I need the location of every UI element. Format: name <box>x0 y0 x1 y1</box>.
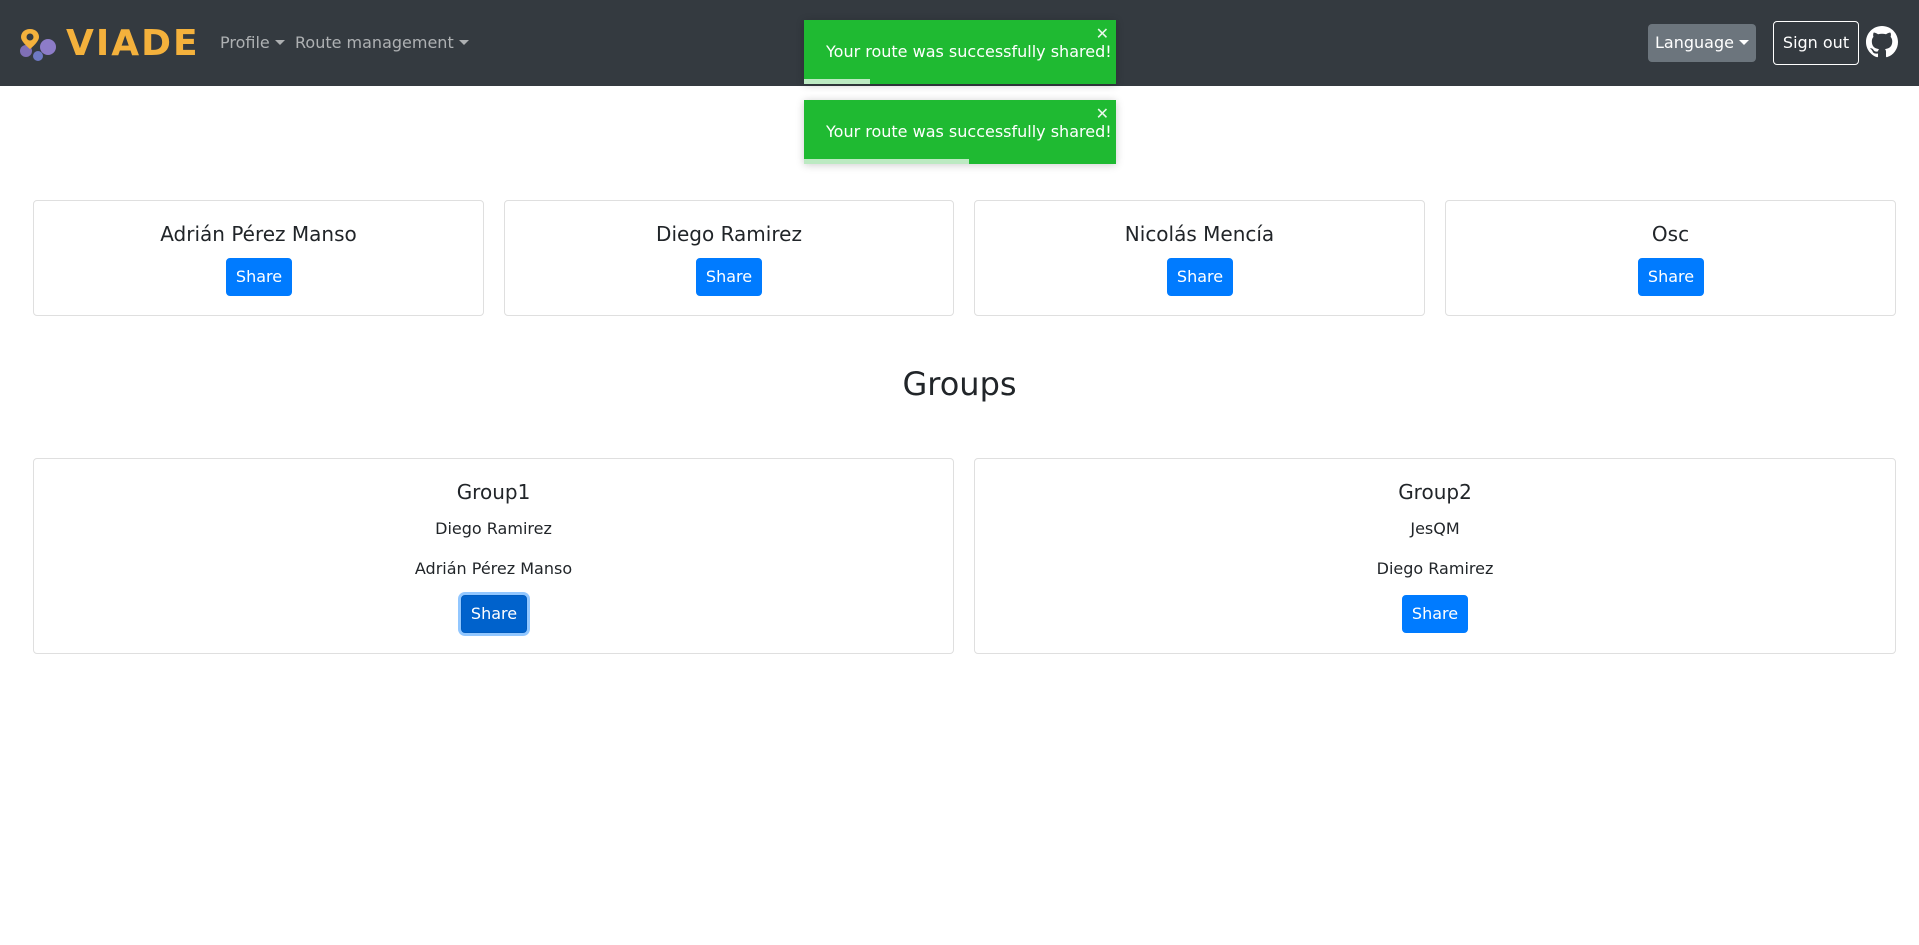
share-button[interactable]: Share <box>696 258 762 296</box>
share-button[interactable]: Share <box>1402 595 1468 633</box>
friend-name: Osc <box>1651 222 1690 246</box>
group-card: Group2 JesQM Diego Ramirez Share <box>974 458 1896 654</box>
groups-heading: Groups <box>902 365 1017 403</box>
caret-down-icon <box>274 40 285 45</box>
friend-card: Osc Share <box>1445 200 1896 316</box>
group-member: Adrián Pérez Manso <box>414 559 573 578</box>
toast-message: Your route was successfully shared! <box>826 42 1112 61</box>
friend-name: Diego Ramirez <box>656 222 802 246</box>
caret-down-icon <box>458 40 469 45</box>
success-toast: Your route was successfully shared! ✕ <box>804 20 1116 84</box>
friend-name: Nicolás Mencía <box>1124 222 1275 246</box>
group-name: Group2 <box>1398 480 1472 504</box>
brand-name: VIADE <box>66 23 200 64</box>
route-management-dropdown[interactable]: Route management <box>295 33 469 53</box>
github-icon[interactable] <box>1866 26 1898 58</box>
share-button[interactable]: Share <box>461 595 527 633</box>
caret-down-icon <box>1738 40 1749 45</box>
profile-dropdown[interactable]: Profile <box>220 33 285 53</box>
toast-progress-bar <box>804 79 870 84</box>
group-name: Group1 <box>456 480 531 504</box>
group-member: Diego Ramirez <box>435 519 552 538</box>
brand-logo[interactable]: VIADE <box>18 26 200 62</box>
share-button[interactable]: Share <box>1167 258 1233 296</box>
friend-card: Diego Ramirez Share <box>504 200 954 316</box>
share-button[interactable]: Share <box>226 258 292 296</box>
share-button[interactable]: Share <box>1638 258 1704 296</box>
friend-card: Nicolás Mencía Share <box>974 200 1425 316</box>
group-card: Group1 Diego Ramirez Adrián Pérez Manso … <box>33 458 954 654</box>
toast-progress-bar <box>804 159 970 164</box>
signout-button[interactable]: Sign out <box>1773 21 1859 65</box>
success-toast: Your route was successfully shared! ✕ <box>804 100 1116 164</box>
close-icon[interactable]: ✕ <box>1096 106 1109 122</box>
toast-message: Your route was successfully shared! <box>826 122 1112 141</box>
friend-name: Adrián Pérez Manso <box>160 222 357 246</box>
language-dropdown-button[interactable]: Language <box>1648 24 1756 62</box>
language-label: Language <box>1655 33 1734 52</box>
close-icon[interactable]: ✕ <box>1096 26 1109 42</box>
route-management-label: Route management <box>295 33 454 52</box>
group-member: Diego Ramirez <box>1376 559 1494 578</box>
viade-logo-icon <box>20 29 56 61</box>
profile-label: Profile <box>220 33 270 52</box>
friend-card: Adrián Pérez Manso Share <box>33 200 484 316</box>
group-member: JesQM <box>1410 519 1460 538</box>
